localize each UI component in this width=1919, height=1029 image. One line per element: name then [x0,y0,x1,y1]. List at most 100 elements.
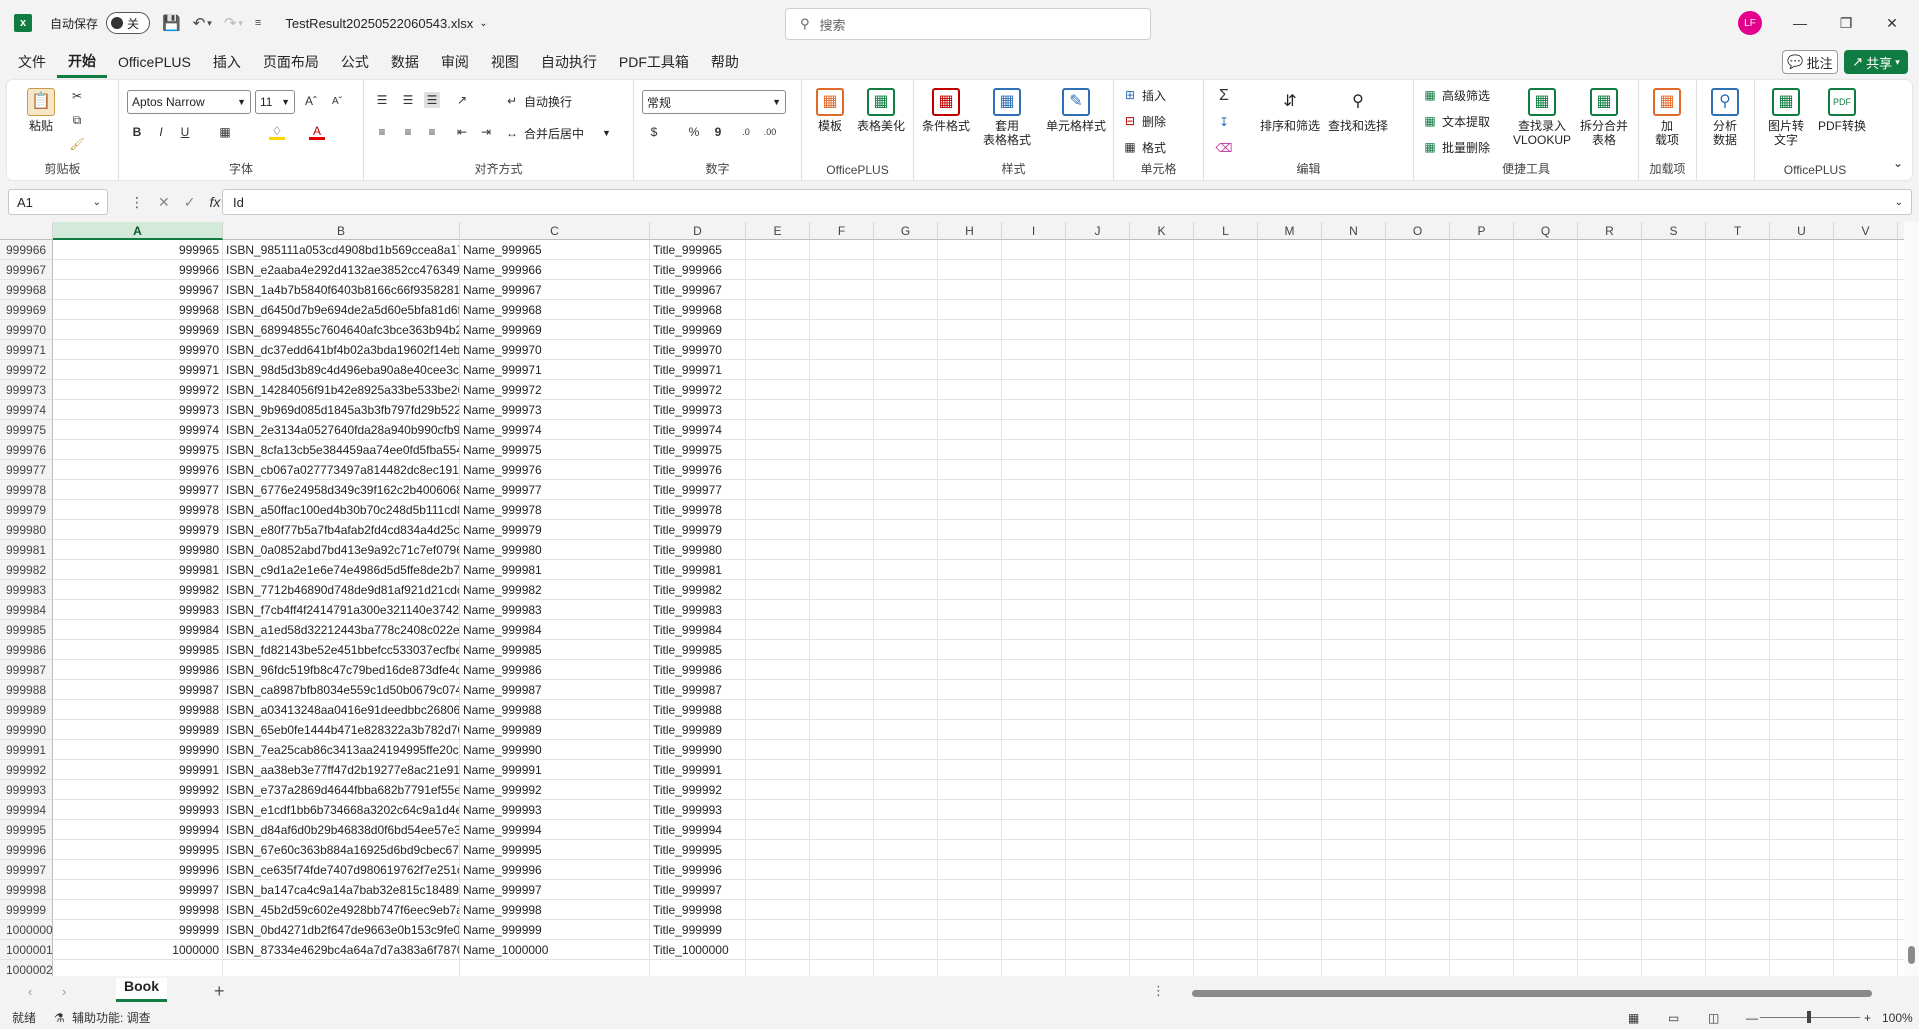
cell[interactable] [1450,360,1514,380]
cell[interactable] [1706,780,1770,800]
cell[interactable] [938,360,1002,380]
cell[interactable] [810,240,874,260]
cell[interactable] [1066,740,1130,760]
cell[interactable] [1706,720,1770,740]
customize-toolbar-icon[interactable]: ≡ [255,17,261,29]
cell[interactable] [1514,840,1578,860]
cell[interactable]: Name_999995 [460,840,650,860]
cell[interactable]: ISBN_7712b46890d748de9d81af921d21cdca [223,580,460,600]
cell[interactable] [1514,820,1578,840]
cell[interactable] [1706,460,1770,480]
cell[interactable] [1258,540,1322,560]
cell[interactable]: 999980 [53,540,223,560]
row-header[interactable]: 999975 [0,420,53,440]
cell[interactable] [1642,620,1706,640]
cell[interactable] [874,480,938,500]
cell[interactable] [1514,740,1578,760]
cell[interactable] [746,240,810,260]
cell[interactable] [1706,800,1770,820]
cell[interactable] [1706,440,1770,460]
menu-officeplus[interactable]: OfficePLUS [107,46,202,78]
cell[interactable] [1386,780,1450,800]
menu-data[interactable]: 数据 [380,46,430,78]
cell[interactable] [938,880,1002,900]
clear-icon[interactable]: ⌫ [1216,140,1233,156]
cell[interactable] [1258,580,1322,600]
cell[interactable] [1514,880,1578,900]
cell[interactable] [1706,580,1770,600]
orientation-icon[interactable]: ↗ [454,92,470,108]
cell[interactable]: Name_999978 [460,500,650,520]
cell[interactable] [810,840,874,860]
cell[interactable] [1706,240,1770,260]
cell[interactable]: Name_999996 [460,860,650,880]
cell[interactable] [1450,560,1514,580]
cell[interactable] [1514,920,1578,940]
cell[interactable] [1066,960,1130,976]
cell[interactable]: ISBN_ca8987bfb8034e559c1d50b0679c0745 [223,680,460,700]
cell[interactable]: Name_999991 [460,760,650,780]
cell[interactable] [1066,580,1130,600]
cell[interactable] [1386,800,1450,820]
cell[interactable] [1194,420,1258,440]
cell[interactable] [1002,780,1066,800]
cell[interactable] [1194,360,1258,380]
close-icon[interactable]: ✕ [1869,8,1915,38]
cell[interactable] [1130,880,1194,900]
cell[interactable]: 999971 [53,360,223,380]
cell[interactable] [1514,380,1578,400]
cell[interactable] [1834,820,1898,840]
cell[interactable] [1258,660,1322,680]
zoom-out-icon[interactable]: — [1746,1011,1758,1025]
addins-button[interactable]: ▦ 加 载项 [1647,88,1687,147]
cell[interactable] [1194,940,1258,960]
cell[interactable]: 999979 [53,520,223,540]
cell[interactable] [1578,260,1642,280]
cell[interactable] [1770,460,1834,480]
cell[interactable]: Title_999984 [650,620,746,640]
cell[interactable]: 999996 [53,860,223,880]
cell[interactable] [1322,680,1386,700]
cell[interactable]: 999965 [53,240,223,260]
cell[interactable] [1194,780,1258,800]
cell[interactable] [746,420,810,440]
cell[interactable] [746,260,810,280]
cell[interactable] [1642,500,1706,520]
cell[interactable] [1322,780,1386,800]
cell[interactable] [1770,520,1834,540]
cell[interactable] [1386,340,1450,360]
cell[interactable] [938,420,1002,440]
row-header[interactable]: 999986 [0,640,53,660]
cell[interactable]: Name_999980 [460,540,650,560]
menu-page-layout[interactable]: 页面布局 [252,46,330,78]
cell[interactable] [1002,880,1066,900]
cell[interactable] [1002,640,1066,660]
copy-icon[interactable]: ⧉ [69,112,85,128]
cell[interactable] [1066,240,1130,260]
cell[interactable] [810,740,874,760]
cell[interactable] [1642,880,1706,900]
cell[interactable]: ISBN_e737a2869d4644fbba682b7791ef55e8 [223,780,460,800]
cell[interactable] [1514,780,1578,800]
cell[interactable] [810,760,874,780]
row-header[interactable]: 999974 [0,400,53,420]
vlookup-button[interactable]: ▦ 查找录入 VLOOKUP [1510,88,1574,147]
cell[interactable] [1514,600,1578,620]
cell[interactable] [1194,500,1258,520]
cell[interactable]: ISBN_8cfa13cb5e384459aa74ee0fd5fba554 [223,440,460,460]
cell[interactable]: Title_999970 [650,340,746,360]
row-header[interactable]: 999997 [0,860,53,880]
cell[interactable]: 999989 [53,720,223,740]
cell[interactable] [1514,460,1578,480]
cell[interactable] [1642,740,1706,760]
cell[interactable] [1642,600,1706,620]
cell[interactable]: Name_1000000 [460,940,650,960]
template-button[interactable]: ▦ 模板 [810,88,850,133]
cell[interactable] [1194,740,1258,760]
insert-function-icon[interactable]: fx [209,194,220,210]
column-header-e[interactable]: E [746,222,810,240]
cell[interactable]: 999972 [53,380,223,400]
cell[interactable] [1834,920,1898,940]
cell[interactable] [1834,540,1898,560]
cell[interactable] [1450,280,1514,300]
